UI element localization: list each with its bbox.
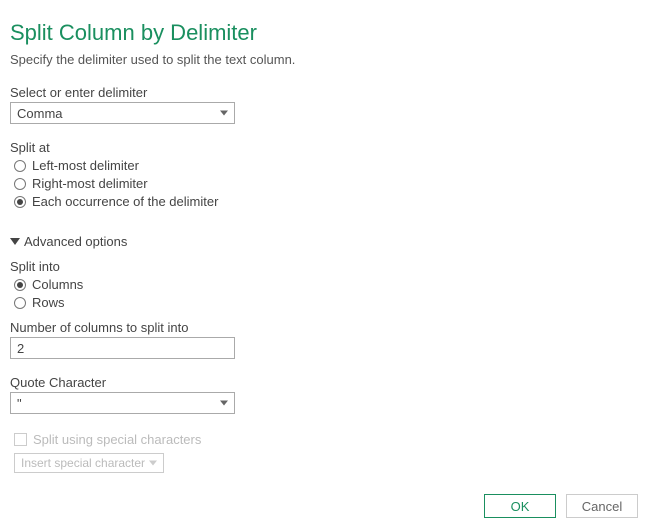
- radio-label: Right-most delimiter: [32, 176, 148, 191]
- radio-label: Rows: [32, 295, 65, 310]
- split-at-label: Split at: [10, 140, 640, 155]
- chevron-down-icon: [220, 401, 228, 406]
- cancel-button[interactable]: Cancel: [566, 494, 638, 518]
- quote-char-value: ": [17, 396, 22, 411]
- num-columns-label: Number of columns to split into: [10, 320, 640, 335]
- quote-char-label: Quote Character: [10, 375, 640, 390]
- num-columns-input[interactable]: 2: [10, 337, 235, 359]
- insert-special-select: Insert special character: [14, 453, 164, 473]
- radio-label: Left-most delimiter: [32, 158, 139, 173]
- chevron-down-icon: [149, 461, 157, 466]
- radio-label: Each occurrence of the delimiter: [32, 194, 218, 209]
- radio-label: Columns: [32, 277, 83, 292]
- advanced-options-label: Advanced options: [24, 234, 127, 249]
- split-at-left-most[interactable]: Left-most delimiter: [14, 158, 640, 173]
- radio-icon: [14, 178, 26, 190]
- expand-down-icon: [10, 238, 20, 245]
- split-into-label: Split into: [10, 259, 640, 274]
- radio-icon: [14, 297, 26, 309]
- dialog-title: Split Column by Delimiter: [10, 20, 640, 46]
- radio-icon: [14, 196, 26, 208]
- split-at-each-occurrence[interactable]: Each occurrence of the delimiter: [14, 194, 640, 209]
- advanced-options-toggle[interactable]: Advanced options: [10, 234, 127, 249]
- num-columns-value: 2: [17, 341, 24, 356]
- quote-char-select[interactable]: ": [10, 392, 235, 414]
- delimiter-value: Comma: [17, 106, 63, 121]
- dialog-subtitle: Specify the delimiter used to split the …: [10, 52, 640, 67]
- ok-button[interactable]: OK: [484, 494, 556, 518]
- split-special-label: Split using special characters: [33, 432, 201, 447]
- chevron-down-icon: [220, 111, 228, 116]
- split-at-right-most[interactable]: Right-most delimiter: [14, 176, 640, 191]
- insert-special-value: Insert special character: [21, 456, 145, 470]
- delimiter-label: Select or enter delimiter: [10, 85, 640, 100]
- split-special-checkbox-row: Split using special characters: [14, 432, 640, 447]
- split-into-columns[interactable]: Columns: [14, 277, 640, 292]
- delimiter-select[interactable]: Comma: [10, 102, 235, 124]
- radio-icon: [14, 279, 26, 291]
- split-into-rows[interactable]: Rows: [14, 295, 640, 310]
- checkbox-icon: [14, 433, 27, 446]
- radio-icon: [14, 160, 26, 172]
